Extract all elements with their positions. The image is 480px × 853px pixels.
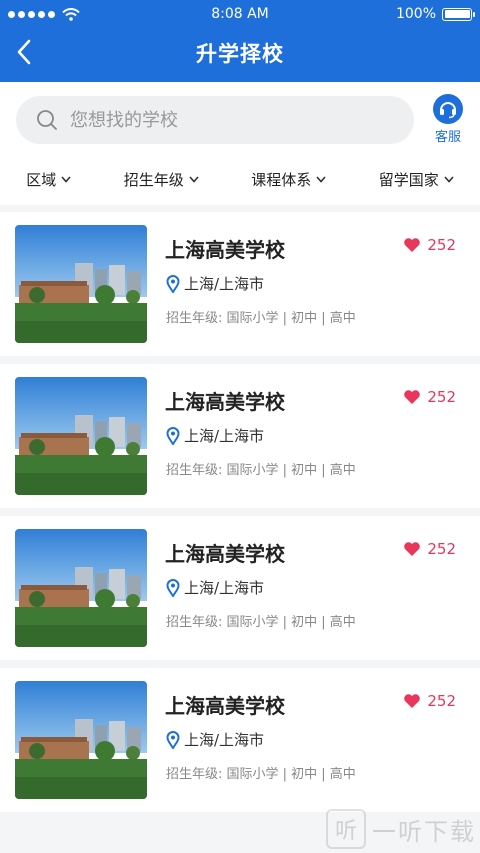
enrollment-grades: 招生年级: 国际小学 | 初中 | 高中: [166, 311, 356, 326]
heart-icon: [404, 238, 421, 252]
school-photo: [15, 225, 147, 343]
filter-study-abroad-country[interactable]: 留学国家: [379, 169, 454, 190]
school-card[interactable]: 上海高美学校 252 上海/上海市 招生年级: 国际小学 | 初中 | 高中: [0, 516, 480, 660]
watermark-text: 一听下载: [372, 817, 476, 846]
school-location: 上海/上海市: [166, 273, 264, 294]
location-pin-icon: [166, 426, 180, 445]
school-name: 上海高美学校: [165, 694, 285, 718]
like-count[interactable]: 252: [403, 540, 456, 558]
filter-grade[interactable]: 招生年级: [124, 169, 199, 190]
filter-label: 招生年级: [123, 170, 184, 189]
like-count-value: 252: [427, 540, 456, 558]
customer-service-button[interactable]: 客服: [428, 94, 468, 145]
filter-label: 区域: [26, 170, 57, 189]
school-card[interactable]: 上海高美学校 252 上海/上海市 招生年级: 国际小学 | 初中 | 高中: [0, 212, 480, 356]
heart-icon: [404, 694, 421, 708]
like-count-value: 252: [427, 236, 456, 254]
like-count-value: 252: [427, 388, 456, 406]
filter-curriculum[interactable]: 课程体系: [251, 169, 326, 190]
like-count-value: 252: [427, 692, 456, 710]
customer-service-label: 客服: [434, 130, 461, 145]
location-pin-icon: [166, 730, 180, 749]
school-photo: [15, 529, 147, 647]
heart-icon: [404, 542, 421, 556]
chevron-down-icon: [61, 175, 71, 183]
school-photo: [15, 377, 147, 495]
like-count[interactable]: 252: [403, 236, 456, 254]
location-pin-icon: [166, 578, 180, 597]
filter-region[interactable]: 区域: [26, 169, 71, 190]
chevron-down-icon: [444, 175, 454, 183]
enrollment-grades: 招生年级: 国际小学 | 初中 | 高中: [166, 463, 356, 478]
status-bar: 8:08 AM 100%: [0, 0, 480, 30]
school-card[interactable]: 上海高美学校 252 上海/上海市 招生年级: 国际小学 | 初中 | 高中: [0, 364, 480, 508]
school-list: 上海高美学校 252 上海/上海市 招生年级: 国际小学 | 初中 | 高中 上…: [0, 212, 480, 820]
filter-label: 课程体系: [251, 170, 312, 189]
school-name: 上海高美学校: [165, 542, 285, 566]
school-card[interactable]: 上海高美学校 252 上海/上海市 招生年级: 国际小学 | 初中 | 高中: [0, 668, 480, 812]
app-header: 8:08 AM 100% 升学择校: [0, 0, 480, 82]
school-name: 上海高美学校: [165, 390, 285, 414]
school-name: 上海高美学校: [165, 238, 285, 262]
battery-indicator: 100%: [395, 6, 475, 22]
location-text: 上海/上海市: [184, 427, 265, 445]
enrollment-grades: 招生年级: 国际小学 | 初中 | 高中: [166, 615, 356, 630]
watermark-glyph: 听: [326, 809, 366, 849]
search-bar[interactable]: [16, 96, 414, 144]
school-location: 上海/上海市: [166, 729, 264, 750]
school-photo: [15, 681, 147, 799]
location-text: 上海/上海市: [184, 275, 265, 293]
filter-bar: 区域 招生年级 课程体系 留学国家: [0, 162, 480, 196]
heart-icon: [404, 390, 421, 404]
filter-label: 留学国家: [378, 170, 439, 189]
chevron-down-icon: [316, 175, 326, 183]
location-pin-icon: [166, 274, 180, 293]
search-input[interactable]: [70, 109, 370, 131]
location-text: 上海/上海市: [184, 731, 265, 749]
chevron-down-icon: [189, 175, 199, 183]
like-count[interactable]: 252: [403, 388, 456, 406]
watermark-logo: 听 一听下载: [326, 809, 476, 849]
school-location: 上海/上海市: [166, 577, 264, 598]
school-location: 上海/上海市: [166, 425, 264, 446]
search-icon: [36, 109, 58, 131]
battery-icon: [442, 7, 475, 21]
location-text: 上海/上海市: [184, 579, 265, 597]
page-title: 升学择校: [196, 42, 284, 66]
search-filter-panel: 客服 区域 招生年级 课程体系 留学国家: [0, 82, 480, 205]
battery-percent: 100%: [395, 6, 436, 22]
like-count[interactable]: 252: [403, 692, 456, 710]
headset-icon: [433, 94, 463, 124]
enrollment-grades: 招生年级: 国际小学 | 初中 | 高中: [166, 767, 356, 782]
